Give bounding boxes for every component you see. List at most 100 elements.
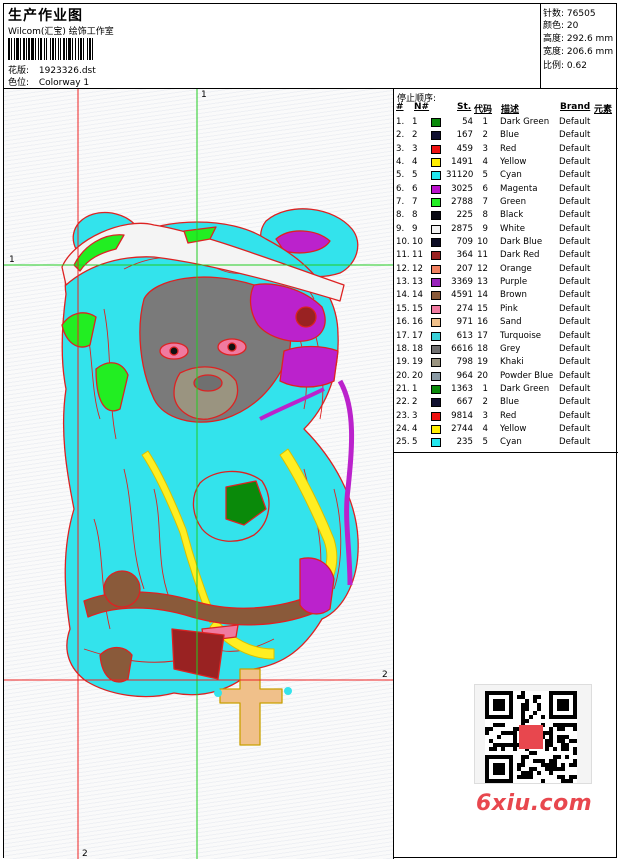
col-header-brand: Brand bbox=[560, 102, 591, 112]
row-code: 13 bbox=[477, 277, 488, 288]
row-description: Cyan bbox=[500, 170, 522, 181]
row-brand: Default bbox=[559, 330, 591, 341]
color-swatch bbox=[431, 344, 441, 354]
row-description: Red bbox=[500, 143, 517, 154]
row-description: Dark Green bbox=[500, 117, 550, 127]
row-stitches: 798 bbox=[456, 357, 473, 368]
row-needle: 14 bbox=[412, 290, 423, 301]
row-brand: Default bbox=[559, 437, 591, 448]
row-index: 18. bbox=[396, 343, 410, 354]
row-brand: Default bbox=[559, 423, 591, 434]
row-code: 7 bbox=[482, 197, 488, 208]
row-code: 10 bbox=[477, 237, 488, 248]
row-brand: Default bbox=[559, 223, 591, 234]
row-code: 5 bbox=[482, 437, 488, 448]
row-needle: 6 bbox=[412, 183, 418, 194]
row-stitches: 364 bbox=[456, 250, 473, 261]
row-index: 7. bbox=[396, 197, 405, 208]
company-name: Wilcom(汇宝) 绘饰工作室 bbox=[8, 27, 114, 37]
row-needle: 2 bbox=[412, 130, 418, 141]
row-code: 2 bbox=[482, 397, 488, 408]
row-brand: Default bbox=[559, 183, 591, 194]
row-code: 1 bbox=[482, 117, 488, 127]
row-needle: 2 bbox=[412, 397, 418, 408]
table-row: 12. 12 207 12 Orange Default bbox=[394, 263, 618, 276]
row-code: 4 bbox=[482, 423, 488, 434]
row-stitches: 9814 bbox=[451, 410, 473, 421]
table-row: 9. 9 2875 9 White Default bbox=[394, 223, 618, 236]
color-swatch bbox=[431, 211, 441, 221]
row-description: Blue bbox=[500, 397, 520, 408]
row-stitches: 2788 bbox=[451, 197, 473, 208]
row-stitches: 3369 bbox=[451, 277, 473, 288]
row-index: 10. bbox=[396, 237, 410, 248]
row-needle: 4 bbox=[412, 157, 418, 168]
table-row: 4. 4 1491 4 Yellow Default bbox=[394, 156, 618, 169]
row-index: 24. bbox=[396, 423, 410, 434]
color-swatch bbox=[431, 424, 441, 434]
row-needle: 17 bbox=[412, 330, 423, 341]
row-code: 6 bbox=[482, 183, 488, 194]
row-code: 3 bbox=[482, 143, 488, 154]
row-needle: 15 bbox=[412, 303, 423, 314]
table-row: 24. 4 2744 4 Yellow Default bbox=[394, 423, 618, 436]
colorway-value: Colorway 1 bbox=[38, 78, 90, 88]
row-description: Dark Red bbox=[500, 250, 540, 261]
row-needle: 1 bbox=[412, 383, 418, 394]
color-swatch bbox=[431, 411, 441, 421]
row-description: Pink bbox=[500, 303, 518, 314]
row-code: 8 bbox=[482, 210, 488, 221]
row-description: Black bbox=[500, 210, 524, 221]
row-description: Red bbox=[500, 410, 517, 421]
color-swatch bbox=[431, 291, 441, 301]
table-row: 7. 7 2788 7 Green Default bbox=[394, 196, 618, 209]
color-swatch bbox=[431, 238, 441, 248]
watermark-text: 6xiu.com bbox=[476, 791, 593, 816]
row-index: 22. bbox=[396, 397, 410, 408]
stop-sequence-rows: 1. 1 54 1 Dark Green Default 2. 2 167 2 Blue Defaul… bbox=[394, 116, 618, 450]
color-swatch bbox=[431, 304, 441, 314]
color-swatch bbox=[431, 198, 441, 208]
table-row: 5. 5 31120 5 Cyan Default bbox=[394, 169, 618, 182]
row-index: 13. bbox=[396, 277, 410, 288]
col-header-stitches: St. bbox=[457, 102, 472, 112]
row-code: 15 bbox=[477, 303, 488, 314]
row-stitches: 667 bbox=[456, 397, 473, 408]
row-brand: Default bbox=[559, 210, 591, 221]
row-stitches: 1363 bbox=[451, 383, 473, 394]
row-stitches: 709 bbox=[456, 237, 473, 248]
barcode bbox=[8, 38, 95, 60]
row-needle: 10 bbox=[412, 237, 423, 248]
color-swatch bbox=[431, 318, 441, 328]
row-description: Khaki bbox=[500, 357, 524, 368]
row-stitches: 274 bbox=[456, 303, 473, 314]
row-code: 16 bbox=[477, 317, 488, 328]
row-code: 3 bbox=[482, 410, 488, 421]
row-brand: Default bbox=[559, 170, 591, 181]
color-swatch bbox=[431, 118, 441, 127]
row-index: 12. bbox=[396, 263, 410, 274]
row-index: 19. bbox=[396, 357, 410, 368]
row-code: 9 bbox=[482, 223, 488, 234]
row-index: 23. bbox=[396, 410, 410, 421]
table-row: 21. 1 1363 1 Dark Green Default bbox=[394, 383, 618, 396]
color-swatch bbox=[431, 224, 441, 234]
guide-marker-v2: 2 bbox=[82, 849, 88, 859]
row-index: 15. bbox=[396, 303, 410, 314]
col-header-description: 描述 bbox=[501, 105, 520, 115]
table-row: 20. 20 964 20 Powder Blue Default bbox=[394, 370, 618, 383]
row-index: 20. bbox=[396, 370, 410, 381]
table-row: 3. 3 459 3 Red Default bbox=[394, 143, 618, 156]
row-brand: Default bbox=[559, 143, 591, 154]
row-index: 2. bbox=[396, 130, 405, 141]
row-description: Magenta bbox=[500, 183, 538, 194]
row-code: 5 bbox=[482, 170, 488, 181]
row-needle: 16 bbox=[412, 317, 423, 328]
row-needle: 3 bbox=[412, 410, 418, 421]
row-description: Yellow bbox=[500, 423, 527, 434]
row-stitches: 1491 bbox=[451, 157, 473, 168]
color-swatch bbox=[431, 371, 441, 381]
table-row: 23. 3 9814 3 Red Default bbox=[394, 410, 618, 423]
row-stitches: 4591 bbox=[451, 290, 473, 301]
row-description: Green bbox=[500, 197, 527, 208]
